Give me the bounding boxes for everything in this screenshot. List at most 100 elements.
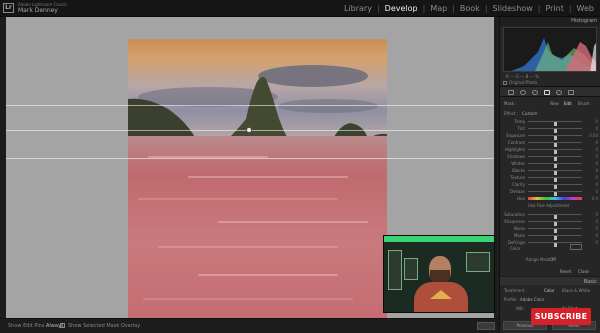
module-library[interactable]: Library [344,3,372,14]
module-separator: | [568,4,572,13]
green-light [384,236,494,242]
spot-removal-icon[interactable] [520,90,526,95]
slider-row-contrast: Contrast 0 [500,139,600,147]
brush-icon[interactable] [568,90,574,95]
subscribe-badge[interactable]: SUBSCRIBE [531,308,591,325]
done-button[interactable] [477,322,495,330]
identity-plate: Lr Adobe Lightroom Classic Mark Denney L… [0,0,600,17]
slider-label: Saturation [504,212,525,217]
slider-track[interactable] [528,149,582,154]
basic-panel-header[interactable]: Basic [500,276,600,285]
hue-slider[interactable] [528,197,582,200]
histogram-graph[interactable] [503,27,597,72]
treatment-color-button[interactable]: Color [544,288,554,293]
slider-value[interactable]: 0 [595,175,598,180]
right-panel: Histogram R --- G --- B --- % Original P… [499,17,600,333]
slider-track[interactable] [528,228,582,233]
graduated-filter-guide-bottom[interactable] [6,158,494,159]
slider-value[interactable]: 0 [595,233,598,238]
slider-track[interactable] [528,128,582,133]
red-eye-icon[interactable] [532,90,538,95]
module-develop[interactable]: Develop [385,3,418,14]
profile-select[interactable]: Adobe Color [520,297,544,302]
slider-row-moire: Moire 0 [500,232,600,240]
slider-value[interactable]: 0 [595,140,598,145]
histogram-header[interactable]: Histogram [500,17,600,26]
slider-track[interactable] [528,235,582,240]
slider-track[interactable] [528,191,582,196]
slider-track[interactable] [528,121,582,126]
radial-filter-icon[interactable] [556,90,562,95]
module-separator: | [452,4,455,13]
basic-panel-title: Basic [583,279,597,285]
slider-value[interactable]: 0 [595,126,598,131]
wb-label: WB : [516,306,526,311]
slider-track[interactable] [528,170,582,175]
module-print[interactable]: Print [545,3,563,14]
slider-thumb[interactable] [554,243,557,247]
treatment-bw-button[interactable]: Black & White [562,288,590,293]
slider-value[interactable]: 0 [595,219,598,224]
module-book[interactable]: Book [460,3,480,14]
slider-value[interactable]: 0 [595,182,598,187]
graduated-filter-guide-top[interactable] [6,105,494,106]
slider-value[interactable]: 0 [595,119,598,124]
slider-track[interactable] [528,221,582,226]
slider-track[interactable] [528,177,582,182]
slider-row-dehaze: Dehaze 0 [500,188,600,196]
slider-value[interactable]: 0 [595,161,598,166]
slider-row-temp: Temp 0 [500,118,600,126]
slider-row-clarity: Clarity 0 [500,181,600,189]
slider-label: Moire [513,233,525,238]
slider-row-whites: Whites 0 [500,160,600,168]
slider-value[interactable]: 0 [595,168,598,173]
module-separator: | [422,4,426,13]
slider-row-exposure: Exposure 0.00 [500,132,600,140]
slider-label: Dehaze [509,189,525,194]
module-web[interactable]: Web [577,3,594,14]
mask-brush-button[interactable]: Brush [578,99,590,108]
slider-label: Whites [511,161,525,166]
overlay-checkbox[interactable] [60,323,65,328]
slider-value[interactable]: 0 [595,212,598,217]
slider-row-texture: Texture 0 [500,174,600,182]
histogram-curve [510,38,596,71]
mask-label: Mask : [504,101,517,106]
effect-select[interactable]: Custom [522,111,537,116]
slider-track[interactable] [528,135,582,140]
slider-value[interactable]: 0.00 [589,133,598,138]
slider-value[interactable]: 0 [595,154,598,159]
original-photo-label: Original Photo [509,80,538,85]
slider-value[interactable]: 0 [595,189,598,194]
slider-track[interactable] [528,242,582,247]
slider-row-sharpness: Sharpness 0 [500,218,600,226]
original-photo-checkbox[interactable] [503,81,507,85]
module-map[interactable]: Map [430,3,447,14]
fine-adjust-checkbox-label[interactable]: Use Fine Adjustment [528,203,569,208]
mask-new-button[interactable]: New [550,99,559,108]
slider-value[interactable]: 0 [595,226,598,231]
color-swatch[interactable] [570,244,582,250]
mask-edit-pin[interactable] [246,127,252,133]
slider-row-defringe: Defringe 0 [500,239,600,247]
slider-track[interactable] [528,163,582,168]
slider-track[interactable] [528,214,582,219]
slider-value[interactable]: 0 [595,240,598,245]
graduated-filter-icon[interactable] [544,90,550,95]
range-mask-select[interactable]: Off [550,257,556,262]
module-slideshow[interactable]: Slideshow [493,3,533,14]
photo-preview[interactable] [128,39,387,330]
hue-value[interactable]: 0.0 [592,196,598,201]
effect-label: Effect : [504,111,519,116]
crop-icon[interactable] [508,90,514,95]
mask-reset-button[interactable]: Reset [560,269,571,274]
mask-close-button[interactable]: Close [578,269,589,274]
lightroom-logo-icon: Lr [3,3,14,13]
slider-track[interactable] [528,142,582,147]
slider-track[interactable] [528,184,582,189]
slider-value[interactable]: 0 [595,147,598,152]
mask-edit-button[interactable]: Edit [564,99,572,108]
slider-track[interactable] [528,156,582,161]
presenter-webcam [383,235,495,313]
histogram-title: Histogram [571,18,597,24]
